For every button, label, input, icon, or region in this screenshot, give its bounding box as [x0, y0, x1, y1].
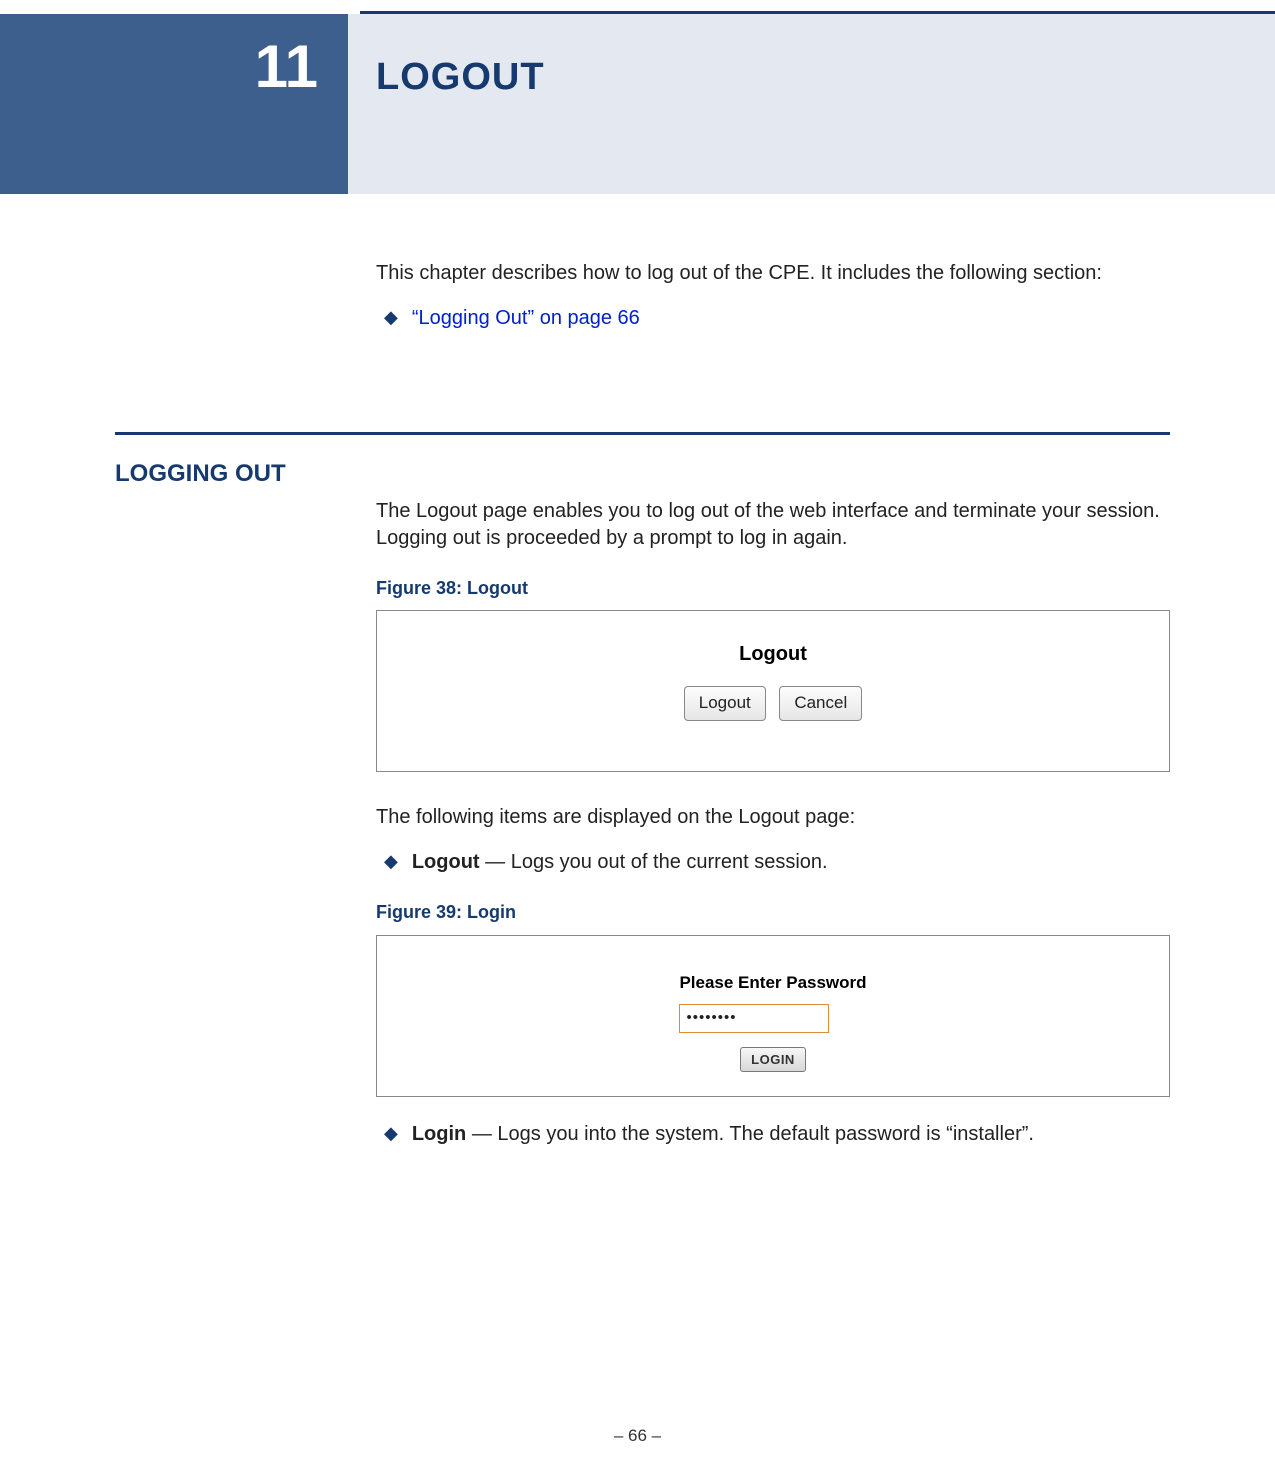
diamond-bullet-icon: ◆	[384, 1121, 398, 1146]
login-item-text: Login — Logs you into the system. The de…	[412, 1121, 1034, 1148]
intro-column: This chapter describes how to log out of…	[376, 260, 1170, 350]
diamond-bullet-icon: ◆	[384, 849, 398, 874]
logout-item-rest: — Logs you out of the current session.	[480, 851, 828, 873]
figure-39-caption: Figure 39: Login	[376, 900, 1170, 924]
chapter-number-box: 11	[0, 14, 348, 194]
section-body: The Logout page enables you to log out o…	[376, 498, 1170, 1166]
password-input[interactable]: ••••••••	[679, 1004, 829, 1032]
logout-dialog-buttons: Logout Cancel	[377, 686, 1169, 721]
figure-38-caption: Figure 38: Logout	[376, 576, 1170, 600]
login-item-row: ◆ Login — Logs you into the system. The …	[384, 1121, 1170, 1148]
logout-item-bold: Logout	[412, 851, 480, 873]
page-footer: – 66 –	[0, 1426, 1275, 1446]
login-button[interactable]: LOGIN	[740, 1047, 806, 1073]
section-rule	[115, 432, 1170, 435]
items-intro: The following items are displayed on the…	[376, 804, 1170, 831]
login-prompt: Please Enter Password	[679, 972, 866, 995]
logout-dialog-title: Logout	[377, 641, 1169, 668]
logout-item-text: Logout — Logs you out of the current ses…	[412, 849, 828, 876]
logout-button[interactable]: Logout	[684, 686, 766, 721]
login-item-bold: Login	[412, 1123, 466, 1145]
chapter-title-band: LOGOUT	[348, 14, 1275, 194]
intro-paragraph: This chapter describes how to log out of…	[376, 260, 1170, 287]
chapter-title: LOGOUT	[376, 56, 545, 99]
toc-bullet-row: ◆ “Logging Out” on page 66	[384, 305, 1170, 332]
section-intro: The Logout page enables you to log out o…	[376, 498, 1170, 552]
login-item-rest: — Logs you into the system. The default …	[466, 1123, 1034, 1145]
toc-link[interactable]: “Logging Out” on page 66	[412, 305, 640, 332]
cancel-button[interactable]: Cancel	[779, 686, 862, 721]
section-heading: LOGGING OUT	[115, 460, 286, 488]
logout-item-row: ◆ Logout — Logs you out of the current s…	[384, 849, 1170, 876]
diamond-bullet-icon: ◆	[384, 305, 398, 330]
chapter-number: 11	[255, 33, 318, 100]
figure-38-screenshot: Logout Logout Cancel	[376, 610, 1170, 772]
figure-39-screenshot: Please Enter Password •••••••• LOGIN	[376, 935, 1170, 1098]
